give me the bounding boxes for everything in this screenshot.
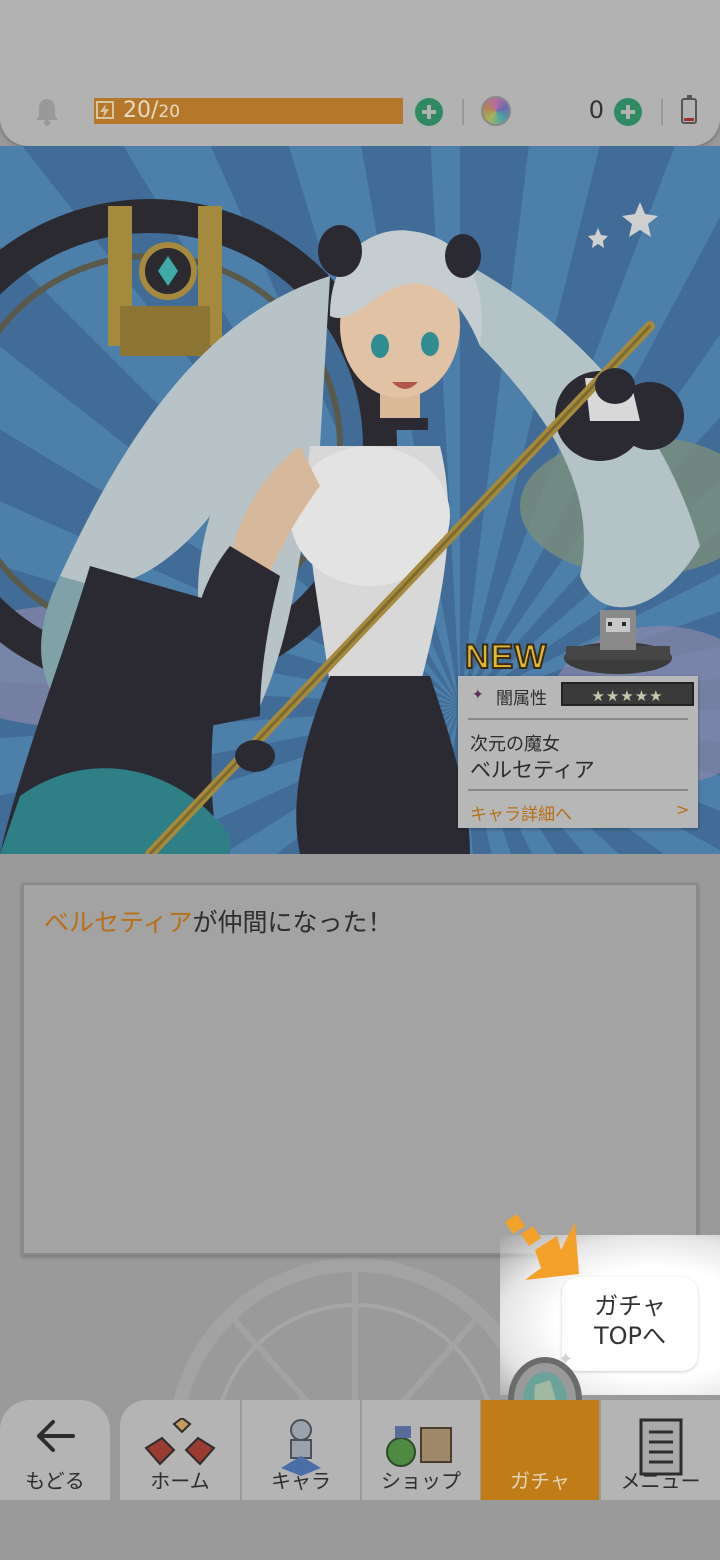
tooltip-text: ガチャ TOPへ bbox=[593, 1292, 667, 1350]
tab-chara[interactable]: キャラ bbox=[242, 1400, 360, 1500]
message-box: ベルセティアが仲間になった！ bbox=[22, 883, 698, 1255]
lightning-icon bbox=[96, 101, 114, 119]
back-button[interactable]: もどる bbox=[0, 1400, 110, 1500]
character-name: ベルセティア bbox=[470, 758, 595, 782]
svg-text:✦: ✦ bbox=[558, 1349, 573, 1370]
home-icon bbox=[144, 1418, 216, 1466]
nav-label: もどる bbox=[25, 1469, 85, 1493]
stamina-value: 20/20 bbox=[123, 98, 181, 123]
tab-menu[interactable]: メニュー bbox=[601, 1400, 720, 1500]
new-badge: NEW bbox=[464, 637, 548, 677]
character-title: 次元の魔女 bbox=[470, 734, 560, 755]
character-info-card[interactable]: ✦ 闇属性 ★★★★★ 次元の魔女 ベルセティア キャラ詳細へ > bbox=[458, 676, 698, 828]
top-status-bar: 20/20 0 bbox=[0, 0, 720, 146]
arrow-left-icon bbox=[37, 1420, 75, 1452]
gem-icon bbox=[481, 96, 511, 126]
gem-count: 0 bbox=[588, 96, 604, 124]
tab-gacha[interactable]: ガチャ bbox=[481, 1400, 599, 1500]
attribute-label: 闇属性 bbox=[496, 689, 547, 709]
tab-shop[interactable]: ショップ bbox=[362, 1400, 480, 1500]
add-stamina-button[interactable] bbox=[415, 98, 443, 126]
stamina-bar: 20/20 bbox=[94, 98, 403, 124]
nav-label: ショップ bbox=[381, 1469, 461, 1493]
add-gem-button[interactable] bbox=[614, 98, 642, 126]
bottom-safe-area bbox=[0, 1500, 720, 1560]
battery-icon bbox=[681, 95, 697, 124]
tab-home[interactable]: ホーム bbox=[120, 1400, 240, 1500]
nav-label: キャラ bbox=[271, 1469, 331, 1493]
nav-label: ガチャ bbox=[510, 1469, 570, 1493]
rarity-stars: ★★★★★ bbox=[561, 682, 694, 706]
chevron-right-icon: > bbox=[676, 800, 690, 819]
dark-attribute-icon: ✦ bbox=[472, 687, 484, 703]
divider bbox=[468, 718, 688, 720]
divider bbox=[661, 99, 663, 125]
nav-label: メニュー bbox=[620, 1469, 701, 1493]
message-character-name: ベルセティア bbox=[44, 908, 193, 937]
divider bbox=[468, 789, 688, 791]
nav-label: ホーム bbox=[150, 1469, 210, 1493]
character-pixel-sprite-icon bbox=[564, 610, 672, 674]
character-detail-link[interactable]: キャラ詳細へ bbox=[470, 800, 572, 825]
shop-bag-icon bbox=[386, 1426, 452, 1467]
message-suffix: が仲間になった！ bbox=[192, 908, 393, 937]
message-text: ベルセティアが仲間になった！ bbox=[44, 903, 393, 939]
notification-bell-icon[interactable] bbox=[33, 97, 61, 127]
divider bbox=[462, 99, 464, 125]
